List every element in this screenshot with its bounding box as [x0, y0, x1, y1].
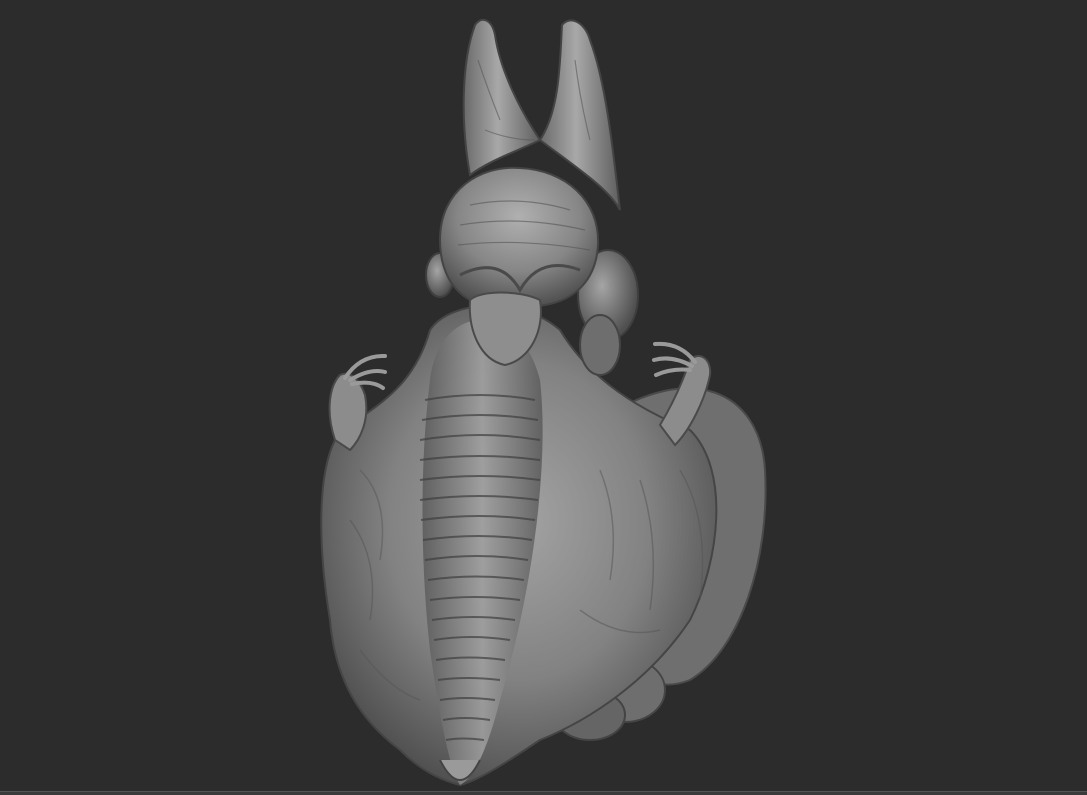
creature-sculpt-model	[320, 18, 767, 787]
3d-viewport[interactable]	[0, 0, 1087, 795]
left-horn	[462, 18, 542, 177]
viewport-bottom-border	[0, 791, 1087, 795]
right-claw	[652, 341, 697, 377]
left-claw	[343, 353, 387, 390]
